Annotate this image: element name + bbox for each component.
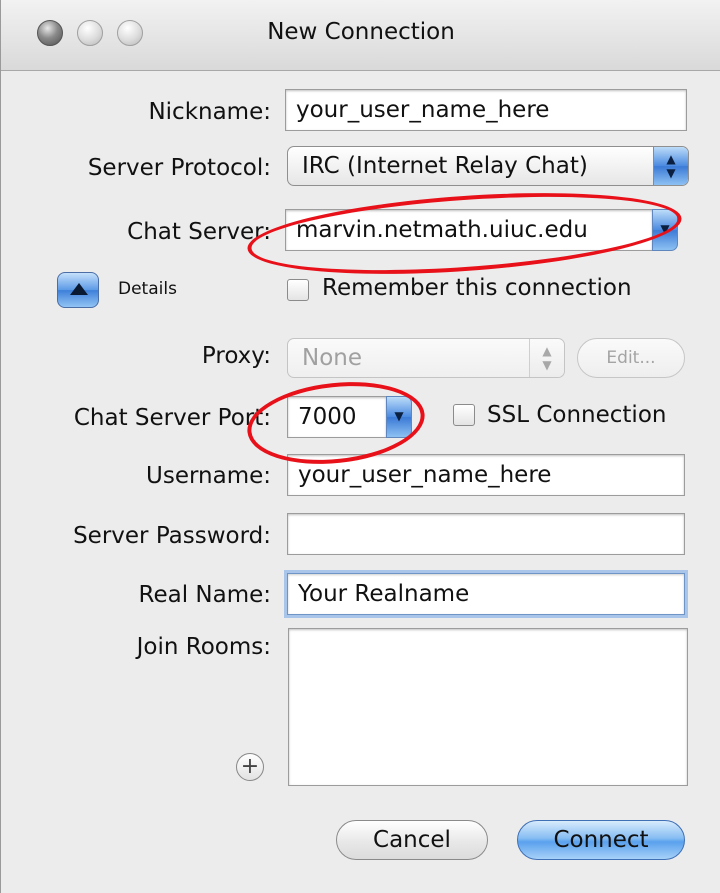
server-protocol-popup[interactable]: IRC (Internet Relay Chat) ▲ ▼ xyxy=(287,146,689,186)
remember-connection-checkbox[interactable] xyxy=(287,279,309,301)
new-connection-window: New Connection Nickname: your_user_name_… xyxy=(0,0,720,893)
server-protocol-value: IRC (Internet Relay Chat) xyxy=(302,153,588,179)
proxy-edit-button[interactable]: Edit... xyxy=(577,338,685,378)
chat-server-dropdown-icon[interactable]: ▼ xyxy=(652,209,678,251)
chat-server-port-label: Chat Server Port: xyxy=(73,405,271,431)
proxy-value: None xyxy=(302,345,363,371)
ssl-connection-label[interactable]: SSL Connection xyxy=(487,402,666,428)
username-label: Username: xyxy=(146,463,271,489)
cancel-button[interactable]: Cancel xyxy=(336,820,488,860)
join-rooms-label: Join Rooms: xyxy=(136,634,271,660)
window-title: New Connection xyxy=(267,19,455,45)
nickname-label: Nickname: xyxy=(148,99,271,125)
nickname-field[interactable]: your_user_name_here xyxy=(285,89,687,131)
server-password-field[interactable] xyxy=(287,513,685,555)
chat-server-label: Chat Server: xyxy=(127,219,271,245)
disclosure-triangle-icon[interactable] xyxy=(57,272,99,308)
proxy-label: Proxy: xyxy=(201,343,271,369)
connect-button[interactable]: Connect xyxy=(517,820,685,860)
chat-server-port-field[interactable]: 7000 xyxy=(287,396,387,438)
real-name-field[interactable]: Your Realname xyxy=(287,573,685,615)
join-rooms-field[interactable] xyxy=(288,628,688,786)
title-bar[interactable]: New Connection xyxy=(1,0,720,71)
real-name-label: Real Name: xyxy=(138,582,272,608)
chat-server-field[interactable]: marvin.netmath.uiuc.edu xyxy=(285,209,653,251)
popup-arrows-icon: ▲ ▼ xyxy=(529,339,564,377)
chat-server-port-dropdown-icon[interactable]: ▼ xyxy=(386,396,412,438)
proxy-popup[interactable]: None ▲ ▼ xyxy=(287,338,565,378)
server-password-label: Server Password: xyxy=(73,523,271,549)
server-protocol-label: Server Protocol: xyxy=(87,155,271,181)
plus-icon[interactable]: + xyxy=(236,753,264,781)
remember-connection-label[interactable]: Remember this connection xyxy=(322,275,632,301)
popup-arrows-icon: ▲ ▼ xyxy=(653,147,688,185)
username-field[interactable]: your_user_name_here xyxy=(287,454,685,496)
ssl-connection-checkbox[interactable] xyxy=(453,404,475,426)
details-label: Details xyxy=(118,279,177,299)
